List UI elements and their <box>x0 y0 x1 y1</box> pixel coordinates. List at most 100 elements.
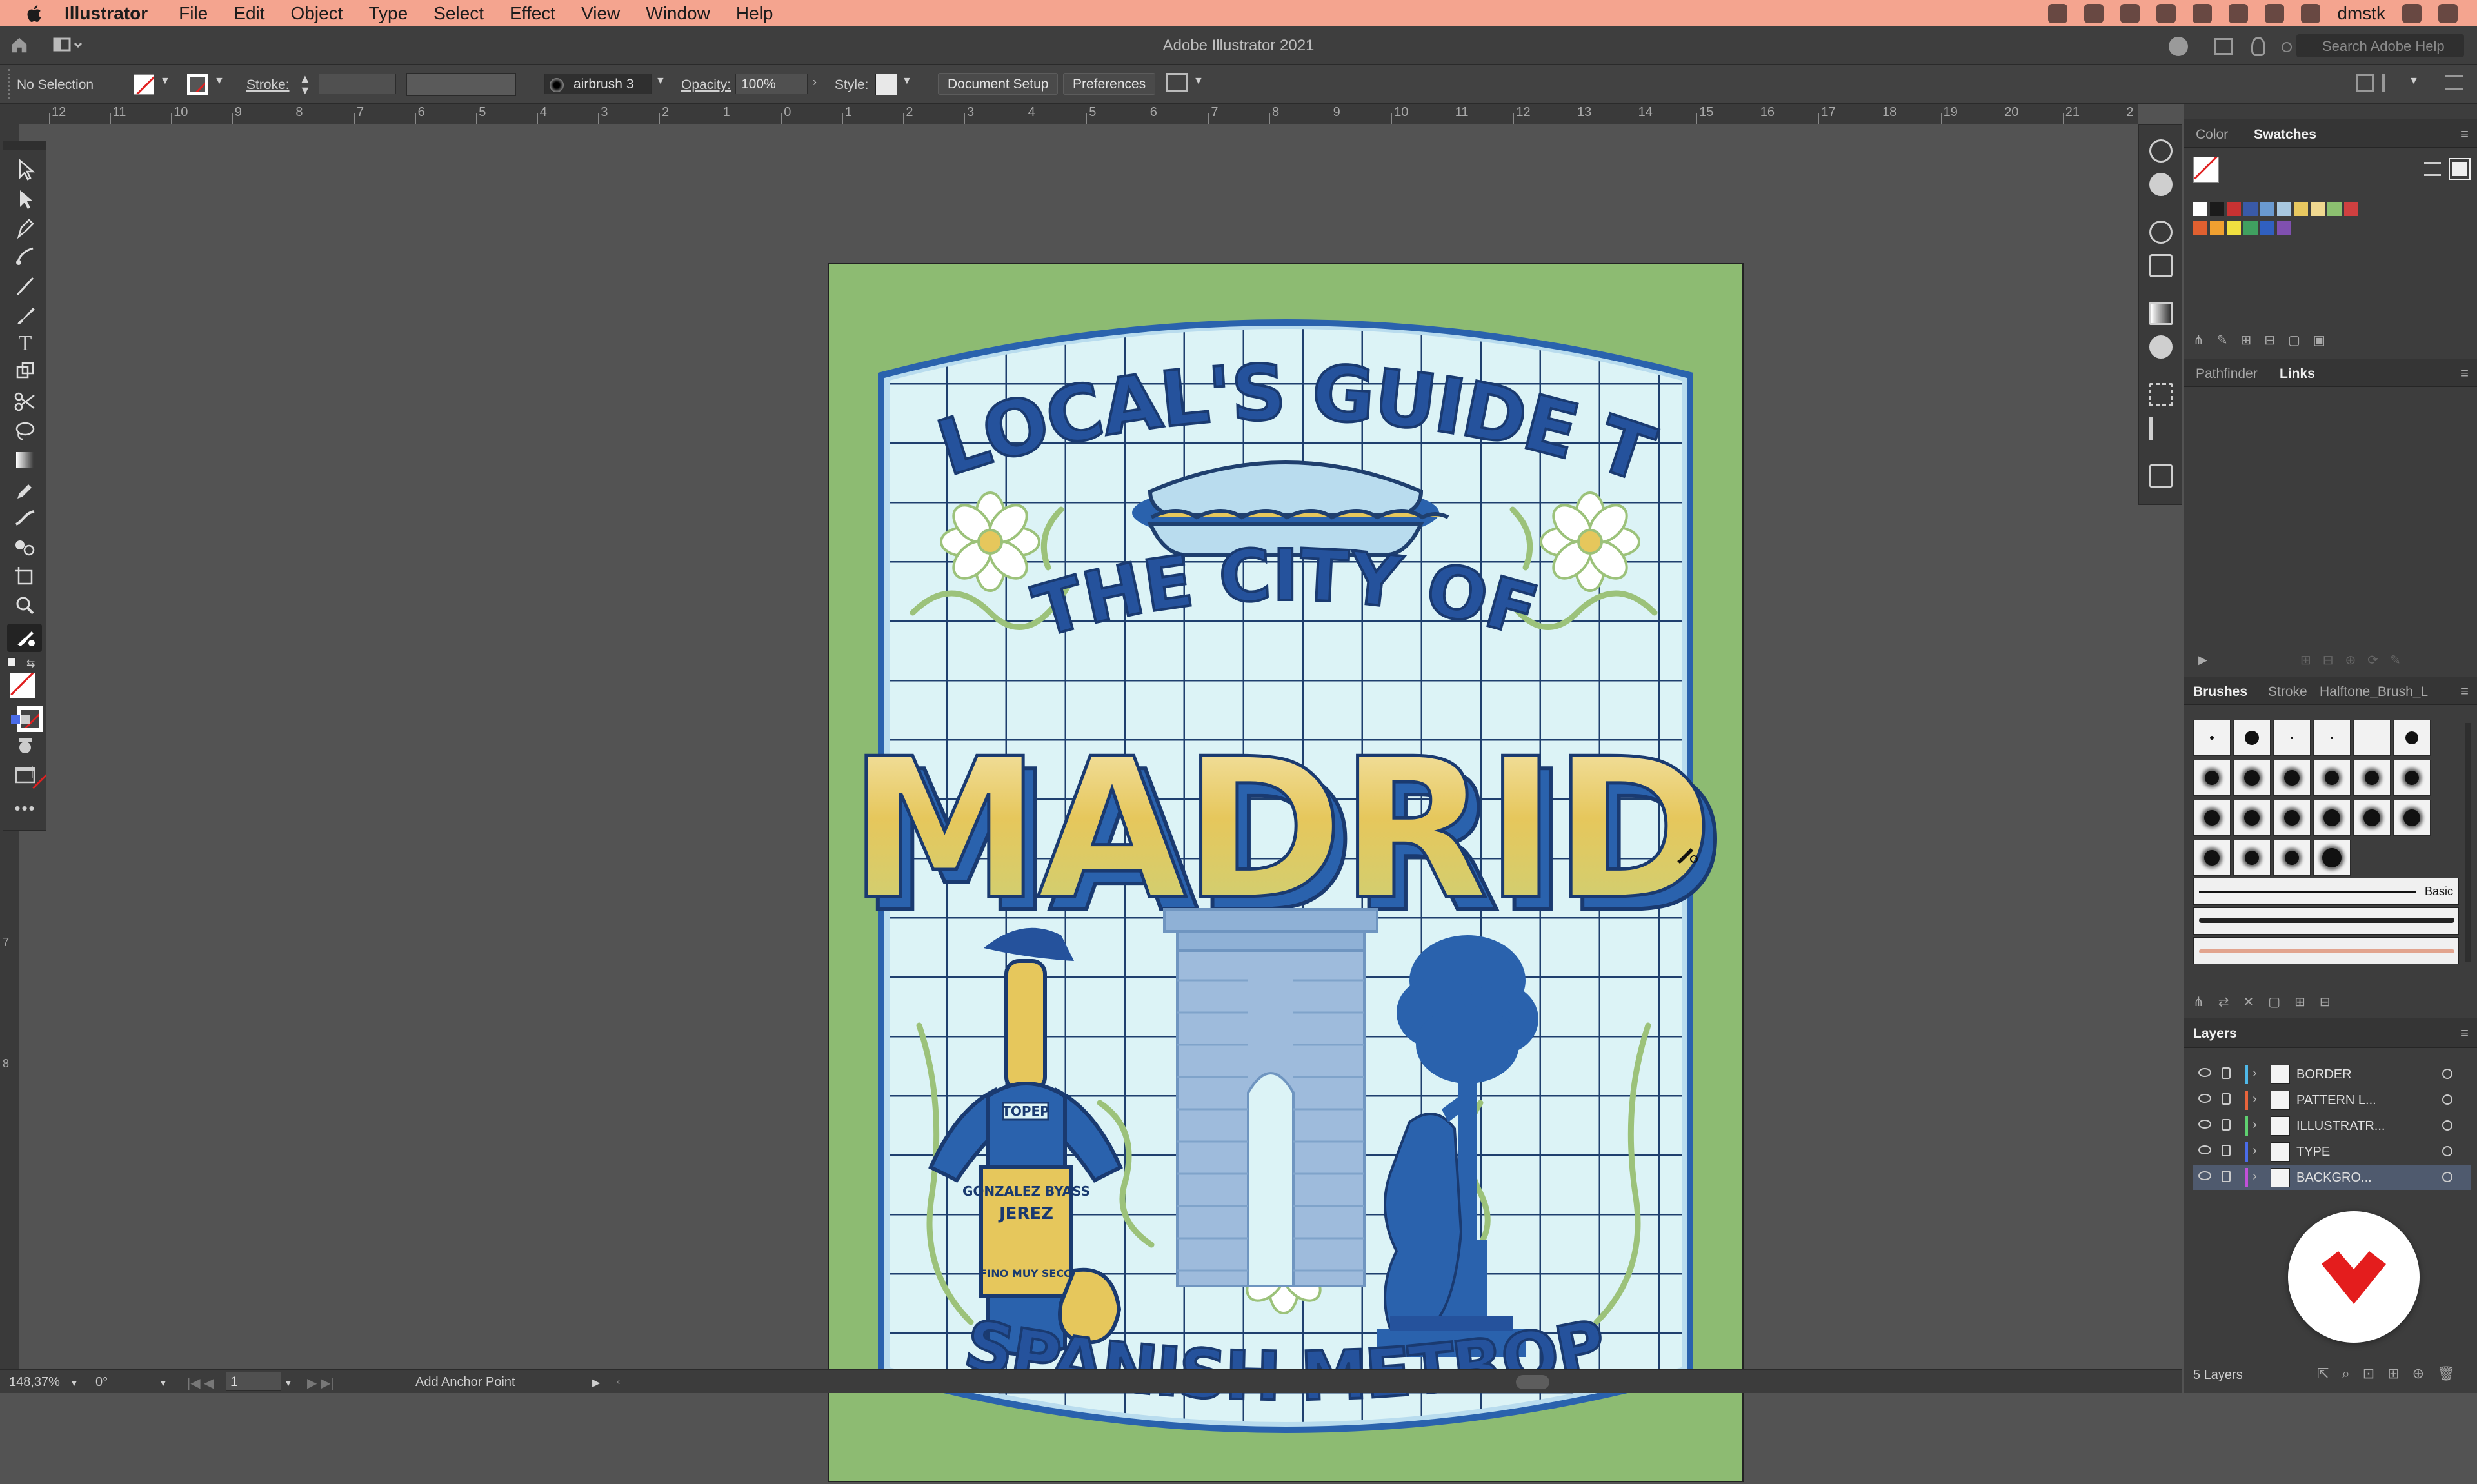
swatch[interactable] <box>2294 202 2308 216</box>
paintbrush-tool-icon[interactable] <box>10 302 41 328</box>
swatches-fill-stroke-icon[interactable] <box>2193 157 2219 183</box>
visibility-eye-icon[interactable] <box>2198 1171 2211 1180</box>
app-status-icon[interactable] <box>2156 3 2176 23</box>
list-view-icon[interactable] <box>2424 162 2441 176</box>
brush-basic-row[interactable]: Basic <box>2193 878 2459 905</box>
brush-preset[interactable] <box>2353 720 2391 756</box>
lock-icon[interactable] <box>2222 1093 2231 1105</box>
menu-select[interactable]: Select <box>433 3 484 24</box>
zoom-dropdown-icon[interactable]: ▼ <box>70 1378 79 1388</box>
artboard-tool-icon[interactable] <box>10 564 41 590</box>
lock-icon[interactable] <box>2222 1119 2231 1131</box>
apple-icon[interactable] <box>25 3 45 24</box>
brush-preset[interactable] <box>2313 800 2351 836</box>
expand-chevron-icon[interactable]: › <box>2253 1066 2257 1081</box>
zoom-level[interactable]: 148,37% <box>9 1375 60 1390</box>
gradient-panel-icon[interactable] <box>2149 302 2173 325</box>
blob-brush-tool-icon[interactable] <box>10 625 41 651</box>
target-ring-icon[interactable] <box>2442 1120 2452 1131</box>
wifi-icon[interactable] <box>2229 3 2249 23</box>
transform-icon[interactable] <box>2356 74 2374 92</box>
zoom-tool-icon[interactable] <box>10 593 41 618</box>
menu-edit[interactable]: Edit <box>234 3 264 24</box>
first-artboard-icon[interactable]: |◀ ◀ <box>187 1375 214 1391</box>
tab-swatches[interactable]: Swatches <box>2254 127 2316 143</box>
swatch[interactable] <box>2344 202 2358 216</box>
target-ring-icon[interactable] <box>2442 1069 2452 1079</box>
fill-color-box[interactable] <box>10 673 35 698</box>
lock-icon[interactable] <box>2222 1145 2231 1156</box>
brush-preset[interactable] <box>2393 760 2431 796</box>
brushes-panel-menu-icon[interactable]: ≡ <box>2460 683 2469 700</box>
swatch[interactable] <box>2327 202 2342 216</box>
brush-ribbon-row[interactable] <box>2193 937 2459 964</box>
stroke-swatch-none[interactable] <box>187 74 208 95</box>
swatch[interactable] <box>2260 221 2274 235</box>
opacity-label[interactable]: Opacity: <box>681 77 731 93</box>
swatches-footer-icons[interactable]: ⋔✎⊞⊟▢▣ <box>2193 332 2471 351</box>
variable-width-profile[interactable] <box>406 73 516 96</box>
layer-row[interactable]: › BORDER <box>2193 1062 2471 1087</box>
layer-name[interactable]: BACKGRO... <box>2296 1171 2372 1185</box>
tab-links[interactable]: Links <box>2280 366 2315 382</box>
menu-effect[interactable]: Effect <box>510 3 555 24</box>
menubar-user[interactable]: dmstk <box>2337 3 2385 24</box>
arrange-icon[interactable] <box>1166 73 1188 92</box>
share-icon[interactable] <box>2169 37 2188 56</box>
keyboard-icon[interactable] <box>2301 3 2321 23</box>
control-center-icon[interactable] <box>2438 3 2458 23</box>
brush-preset[interactable] <box>2193 800 2231 836</box>
layers-panel-menu-icon[interactable]: ≡ <box>2460 1025 2469 1042</box>
swatch[interactable] <box>2227 221 2241 235</box>
artboard-dropdown-icon[interactable]: ▼ <box>284 1378 293 1388</box>
export-panel-icon[interactable] <box>2149 464 2173 488</box>
lock-icon[interactable] <box>2222 1171 2231 1182</box>
menu-window[interactable]: Window <box>646 3 710 24</box>
style-dropdown-icon[interactable]: ▼ <box>902 75 912 87</box>
brushes-scrollbar[interactable] <box>2465 723 2471 962</box>
symbols-panel-icon[interactable] <box>2149 221 2173 244</box>
menu-view[interactable]: View <box>581 3 620 24</box>
appearance-panel-icon[interactable] <box>2149 139 2173 163</box>
brush-dropdown-icon[interactable]: ▼ <box>655 75 666 87</box>
status-menu-arrow-icon[interactable]: ▶ <box>592 1376 600 1389</box>
swatch[interactable] <box>2243 221 2258 235</box>
brush-preset[interactable] <box>2193 720 2231 756</box>
selection-tool-icon[interactable] <box>10 157 41 183</box>
align-panel-icon[interactable] <box>2149 417 2173 440</box>
tab-color[interactable]: Color <box>2196 127 2228 143</box>
visibility-eye-icon[interactable] <box>2198 1068 2211 1077</box>
creative-cloud-icon[interactable] <box>2048 3 2068 23</box>
layer-name[interactable]: TYPE <box>2296 1145 2330 1160</box>
opacity-field[interactable]: 100% <box>735 74 808 94</box>
swatch[interactable] <box>2227 202 2241 216</box>
expand-chevron-icon[interactable]: › <box>2253 1118 2257 1133</box>
info-panel-icon[interactable] <box>2149 173 2173 196</box>
scissors-tool-icon[interactable] <box>10 389 41 415</box>
swatch[interactable] <box>2193 221 2207 235</box>
eyedropper-tool-icon[interactable] <box>10 477 41 502</box>
graphic-style-swatch[interactable] <box>875 74 897 95</box>
transparency-panel-icon[interactable] <box>2149 335 2173 359</box>
links-panel-menu-icon[interactable]: ≡ <box>2460 365 2469 382</box>
brush-preset[interactable] <box>2193 840 2231 876</box>
bluetooth-icon[interactable] <box>2193 3 2213 23</box>
layers-footer-icons[interactable]: ⇱⌕⊡⊞⊕🗑 <box>2274 1365 2468 1385</box>
draw-mode-icon[interactable] <box>10 733 41 759</box>
preferences-button[interactable]: Preferences <box>1063 73 1156 95</box>
horizontal-ruler[interactable]: 12 11 10 9 8 7 6 5 4 3 2 1 0 1 2 3 4 5 6 7 8 9 10 11 12 13 14 15 16 1… <box>19 104 2138 124</box>
screen-mode-icon[interactable] <box>10 762 41 787</box>
scroll-left-icon[interactable]: ‹ <box>617 1376 620 1388</box>
menu-app-name[interactable]: Illustrator <box>65 3 148 24</box>
artboard-number-field[interactable]: 1 <box>226 1372 281 1391</box>
sync-icon[interactable] <box>2120 3 2140 23</box>
align-icon[interactable] <box>2382 74 2400 92</box>
menu-file[interactable]: File <box>179 3 208 24</box>
document-canvas[interactable]: A LOCAL'S GUIDE TO THE CITY OF MADRID MA… <box>46 124 2138 1482</box>
target-ring-icon[interactable] <box>2442 1094 2452 1105</box>
target-ring-icon[interactable] <box>2442 1146 2452 1156</box>
arrange-documents-icon[interactable] <box>2214 38 2233 55</box>
brush-preset[interactable] <box>2233 800 2271 836</box>
width-tool-icon[interactable] <box>10 505 41 531</box>
brush-preset[interactable] <box>2353 760 2391 796</box>
